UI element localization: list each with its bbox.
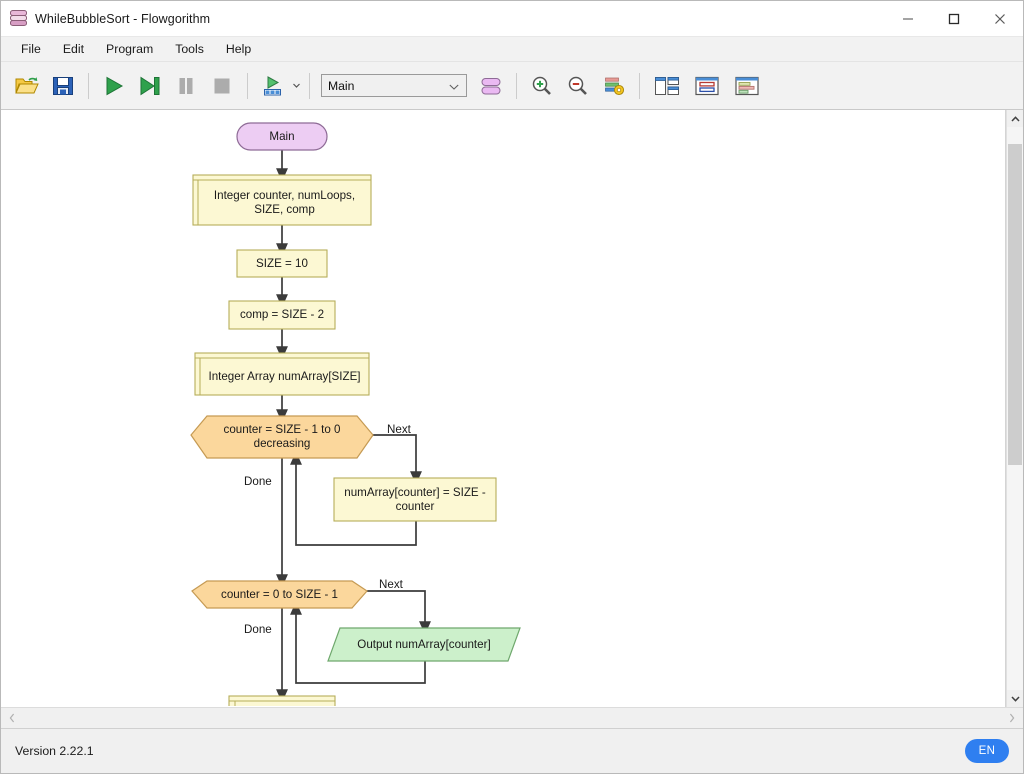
floppy-disk-save-icon [53,76,73,95]
language-badge[interactable]: EN [965,739,1009,763]
magnifier-minus-icon [568,76,587,95]
run-code-blocks-icon [264,75,281,95]
toolbar-separator-2 [247,72,248,99]
zoom-out-button[interactable] [560,66,596,106]
stop-square-icon [214,78,230,93]
generate-code-dropdown-caret[interactable] [291,66,302,106]
toolbar: Main [1,62,1023,110]
bars-gear-icon [605,77,625,95]
variable-watch-button[interactable] [687,66,727,106]
menu-program[interactable]: Program [95,38,164,60]
zoom-in-button[interactable] [524,66,560,106]
open-file-button[interactable] [9,66,45,106]
stop-button[interactable] [204,66,240,106]
chevron-down-icon [449,79,459,93]
generate-code-button[interactable] [255,66,291,106]
status-bar: Version 2.22.1 EN [1,729,1023,773]
toolbar-separator-3 [309,72,310,99]
version-label: Version 2.22.1 [15,744,94,758]
chevron-left-icon [9,713,15,723]
edge-label-loop2-done: Done [244,623,272,636]
vertical-scroll-track[interactable] [1007,127,1023,690]
toolbar-separator-5 [639,72,640,99]
minimize-button[interactable] [885,1,931,37]
function-chart-button[interactable] [473,66,509,106]
scroll-left-button[interactable] [1,707,23,729]
horizontal-scroll-track[interactable] [23,707,1001,729]
panel-split-icon [655,76,679,95]
split-view-button[interactable] [647,66,687,106]
edge-label-loop1-next: Next [387,423,411,436]
window-controls [885,1,1023,37]
close-button[interactable] [977,1,1023,37]
menu-help[interactable]: Help [215,38,262,60]
chevron-up-icon [1010,115,1020,122]
window-list-icon [735,76,759,95]
function-selector[interactable]: Main [321,74,467,97]
pause-button[interactable] [168,66,204,106]
flowchart-svg [190,122,521,706]
close-icon [995,13,1005,24]
flowgorithm-stack-icon [10,10,27,27]
save-file-button[interactable] [45,66,81,106]
console-view-button[interactable] [727,66,767,106]
edge-label-loop1-done: Done [244,475,272,488]
pause-bars-icon [179,77,193,94]
menu-tools[interactable]: Tools [164,38,215,60]
run-button[interactable] [96,66,132,106]
two-pill-stack-icon [481,77,501,94]
chart-settings-button[interactable] [596,66,632,106]
folder-open-icon [15,76,39,93]
toolbar-separator-1 [88,72,89,99]
window-red-blue-icon [695,76,719,95]
flowchart-canvas[interactable]: Main Integer counter, numLoops, SIZE, co… [1,110,1006,707]
step-button[interactable] [132,66,168,106]
scroll-right-button[interactable] [1001,707,1023,729]
magnifier-plus-icon [532,76,551,95]
editor-area: Main Integer counter, numLoops, SIZE, co… [1,110,1023,707]
scroll-down-button[interactable] [1007,690,1023,707]
maximize-button[interactable] [931,1,977,37]
chevron-right-icon [1009,713,1015,723]
flowgorithm-window: WhileBubbleSort - Flowgorithm File Edit … [0,0,1024,774]
play-triangle-icon [106,76,124,95]
function-selector-value: Main [328,78,355,93]
window-title: WhileBubbleSort - Flowgorithm [35,11,211,26]
scroll-up-button[interactable] [1007,110,1023,127]
menu-bar: File Edit Program Tools Help [1,37,1023,62]
minimize-icon [903,18,913,19]
menu-file[interactable]: File [10,38,52,60]
maximize-icon [948,13,960,24]
step-forward-icon [140,76,160,95]
horizontal-scrollbar[interactable] [1,707,1023,729]
edge-label-loop2-next: Next [379,578,403,591]
menu-edit[interactable]: Edit [52,38,95,60]
vertical-scroll-thumb[interactable] [1008,143,1022,465]
chevron-down-icon [1010,695,1020,702]
toolbar-separator-4 [516,72,517,99]
vertical-scrollbar[interactable] [1006,110,1023,707]
chevron-down-icon [293,83,300,88]
title-bar: WhileBubbleSort - Flowgorithm [1,1,1023,37]
